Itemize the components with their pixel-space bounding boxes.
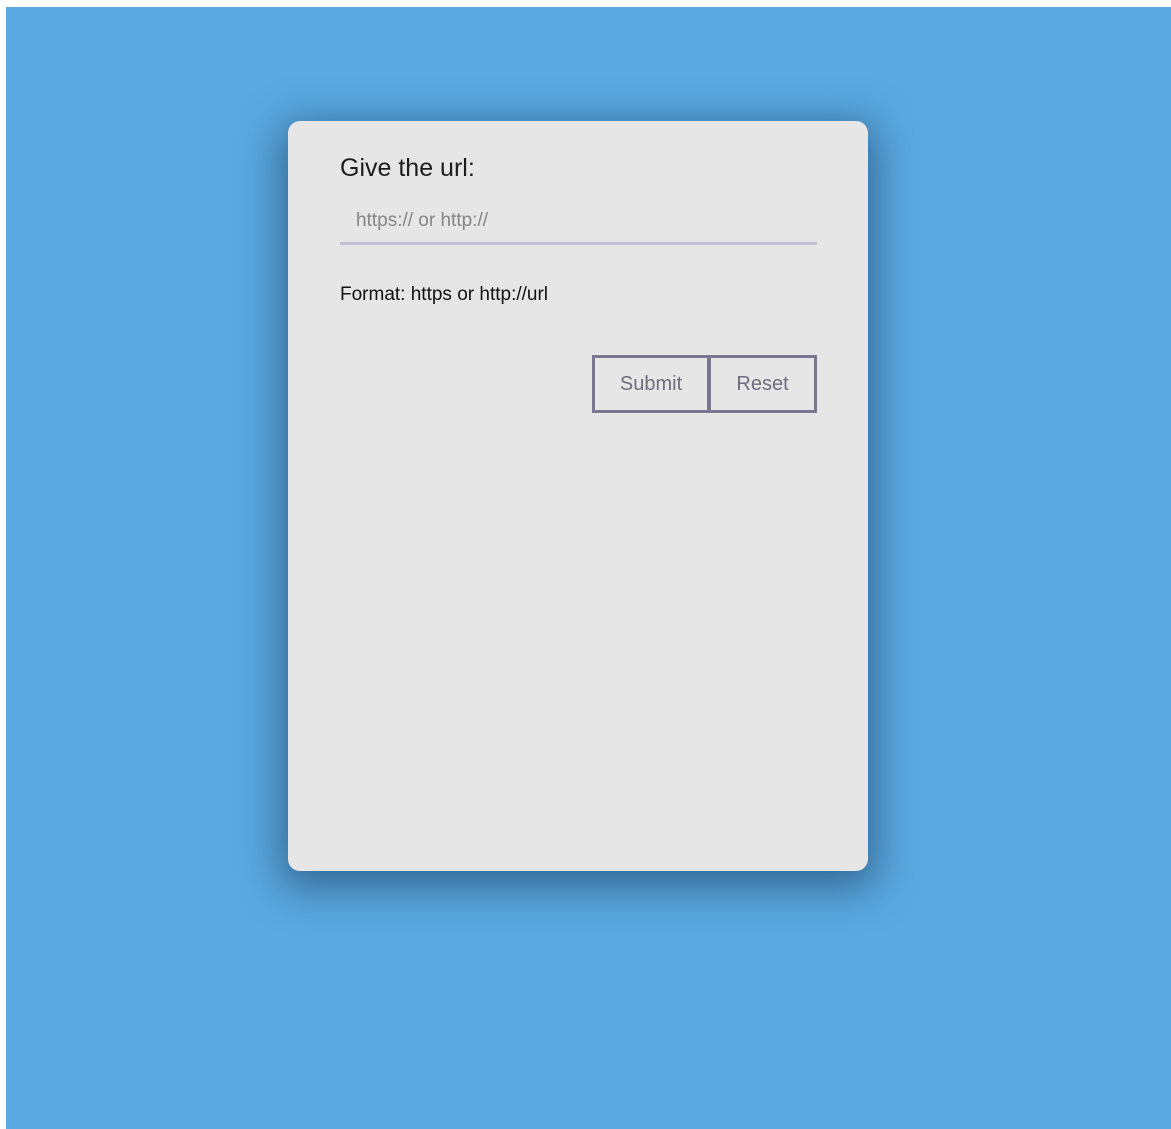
format-hint: Format: https or http://url [340,284,549,305]
submit-button[interactable]: Submit [592,355,710,413]
url-label: Give the url: [340,154,475,182]
url-input[interactable] [340,199,817,245]
page-background: Give the url: Format: https or http://ur… [6,7,1171,1129]
reset-button[interactable]: Reset [708,355,817,413]
url-form-card: Give the url: Format: https or http://ur… [288,121,868,871]
